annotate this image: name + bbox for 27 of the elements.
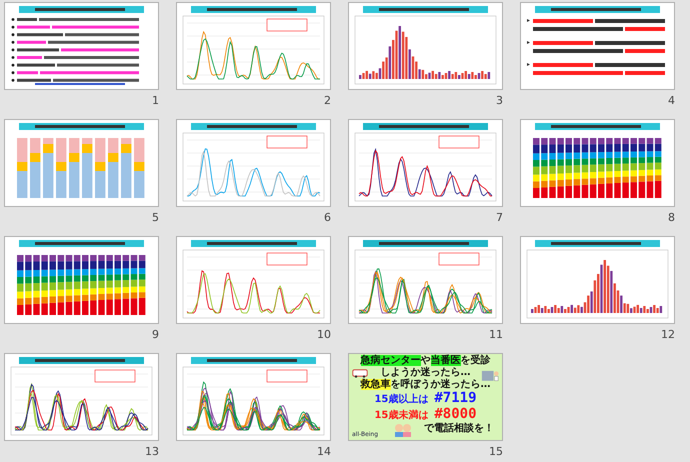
age-label: 15歳未満は bbox=[374, 409, 428, 423]
slide-number: 4 bbox=[668, 94, 675, 108]
highlighted-text: 当番医 bbox=[430, 355, 460, 366]
slide-number: 12 bbox=[661, 328, 675, 342]
slide-number: 14 bbox=[317, 445, 331, 459]
slide-number: 5 bbox=[152, 211, 159, 225]
slide-number: 10 bbox=[317, 328, 331, 342]
poster-text: を受診 bbox=[460, 355, 490, 366]
phone-number: #8000 bbox=[434, 407, 477, 421]
slide-number: 2 bbox=[324, 94, 331, 108]
poster-text: を呼ぼうか迷ったら… bbox=[390, 379, 490, 390]
age-label: 15歳以上は bbox=[374, 393, 428, 407]
poster-text: で電話相談を！ bbox=[424, 423, 494, 434]
slide-number: 8 bbox=[668, 211, 675, 225]
slide-number: 9 bbox=[152, 328, 159, 342]
phone-number: #7119 bbox=[434, 391, 477, 405]
hospital-icon bbox=[481, 368, 499, 381]
slide-number: 13 bbox=[145, 445, 159, 459]
ambulance-icon bbox=[352, 368, 368, 378]
slide-number: 15 bbox=[489, 445, 503, 459]
slide-number: 3 bbox=[496, 94, 503, 108]
people-icon bbox=[393, 423, 413, 437]
slide-number: 1 bbox=[152, 94, 159, 108]
slide-number: 11 bbox=[489, 328, 503, 342]
poster-text: しようか迷ったら… bbox=[380, 367, 470, 378]
slide-number: 6 bbox=[324, 211, 331, 225]
slide-number: 7 bbox=[496, 211, 503, 225]
